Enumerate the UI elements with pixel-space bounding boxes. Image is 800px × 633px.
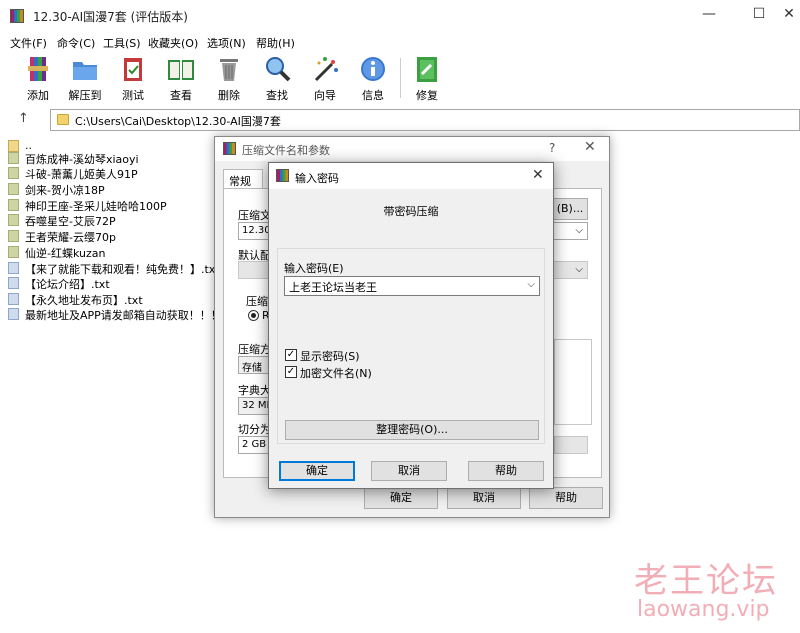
menu-file[interactable]: 文件(F)	[10, 35, 47, 51]
info-label: 信息	[362, 89, 384, 102]
archive-format-label: 压缩	[246, 295, 268, 308]
cancel-button[interactable]: 取消	[371, 461, 447, 481]
show-password-label: 显示密码(S)	[300, 350, 360, 363]
delete-button[interactable]: 删除	[206, 54, 252, 104]
menu-bar: 文件(F) 命令(C) 工具(S) 收藏夹(O) 选项(N) 帮助(H)	[0, 32, 800, 52]
menu-tools[interactable]: 工具(S)	[103, 35, 141, 51]
folder-icon	[8, 230, 19, 242]
folder-icon	[8, 183, 19, 195]
add-archive-icon	[28, 57, 48, 81]
view-button[interactable]: 查看	[158, 54, 204, 104]
password-value: 上老王论坛当老王	[289, 281, 377, 294]
password-input[interactable]: 上老王论坛当老王 ⌵	[284, 276, 540, 296]
add-button[interactable]: 添加	[15, 54, 61, 104]
compression-method-label: 压缩方	[238, 343, 271, 356]
parent-folder-icon	[8, 140, 19, 152]
parameters-box	[554, 339, 592, 425]
maximize-button[interactable]: ☐	[744, 6, 774, 22]
view-book-icon	[168, 60, 194, 80]
delete-label: 删除	[218, 89, 240, 102]
split-unit-select[interactable]	[554, 436, 588, 454]
folder-icon	[8, 152, 19, 164]
folder-icon	[8, 214, 19, 226]
text-file-icon	[8, 277, 19, 289]
test-clipboard-icon	[124, 58, 142, 81]
minimize-button[interactable]: —	[694, 6, 724, 22]
winrar-app-icon	[223, 142, 236, 155]
text-file-icon	[8, 262, 19, 274]
text-file-icon	[8, 308, 19, 320]
find-button[interactable]: 查找	[254, 54, 300, 104]
split-volumes-label: 切分为	[238, 423, 271, 436]
extract-to-label: 解压到	[68, 89, 102, 102]
folder-icon	[8, 246, 19, 258]
menu-commands[interactable]: 命令(C)	[57, 35, 95, 51]
find-magnifier-icon	[266, 57, 291, 82]
title-bar: 12.30-AI国漫7套 (评估版本) — ☐ ✕	[0, 0, 800, 32]
encrypt-filenames-label: 加密文件名(N)	[300, 367, 372, 380]
chevron-down-icon[interactable]: ⌵	[527, 279, 535, 290]
dialog-title-bar: 输入密码 ✕	[269, 163, 553, 189]
dialog-title: 压缩文件名和参数	[242, 144, 330, 157]
repair-icon	[417, 57, 437, 82]
menu-options[interactable]: 选项(N)	[207, 35, 246, 51]
chevron-down-icon: ⌵	[575, 225, 583, 236]
watermark-url: laowang.vip	[637, 597, 770, 622]
enter-password-dialog: 输入密码 ✕ 带密码压缩 输入密码(E) 上老王论坛当老王 ⌵ ✓ 显示密码(S…	[268, 162, 554, 489]
add-label: 添加	[27, 89, 49, 102]
address-bar: ↑ C:\Users\Cai\Desktop\12.30-AI国漫7套	[0, 106, 800, 134]
dialog-close-button[interactable]: ✕	[532, 167, 544, 183]
test-button[interactable]: 测试	[110, 54, 156, 104]
dialog-title: 输入密码	[295, 172, 339, 185]
toolbar: 添加 解压到 测试 查看 删除 查找 向导 信息 修复	[0, 52, 800, 104]
folder-icon	[57, 114, 69, 125]
organize-passwords-button[interactable]: 整理密码(O)...	[285, 420, 539, 440]
test-label: 测试	[122, 89, 144, 102]
dialog-help-button[interactable]: ?	[549, 141, 555, 155]
text-file-icon	[8, 293, 19, 305]
encrypt-filenames-checkbox[interactable]: ✓	[285, 366, 297, 378]
extract-to-button[interactable]: 解压到	[62, 54, 108, 104]
dialog-heading: 带密码压缩	[383, 205, 439, 218]
info-button[interactable]: 信息	[350, 54, 396, 104]
help-button[interactable]: 帮助	[529, 487, 603, 509]
dialog-title-bar: 压缩文件名和参数 ? ✕	[215, 137, 609, 161]
browse-button[interactable]: (B)...	[552, 198, 588, 220]
dictionary-size-label: 字典大	[238, 384, 271, 397]
folder-icon	[8, 167, 19, 179]
tab-general[interactable]: 常规	[223, 169, 263, 189]
wizard-wand-icon	[314, 57, 338, 82]
extract-folder-icon	[73, 62, 97, 80]
path-text: C:\Users\Cai\Desktop\12.30-AI国漫7套	[75, 115, 281, 128]
menu-favorites[interactable]: 收藏夹(O)	[148, 35, 198, 51]
watermark-text: 老王论坛	[634, 561, 778, 601]
cancel-button[interactable]: 取消	[447, 487, 521, 509]
dialog-close-button[interactable]: ✕	[584, 139, 596, 155]
password-label: 输入密码(E)	[284, 262, 344, 275]
delete-trash-icon	[220, 59, 238, 81]
wizard-button[interactable]: 向导	[302, 54, 348, 104]
chevron-down-icon: ⌵	[575, 264, 583, 275]
ok-button[interactable]: 确定	[364, 487, 438, 509]
rar-format-radio[interactable]	[248, 310, 259, 321]
archive-name-label: 压缩文	[238, 209, 271, 222]
window-title: 12.30-AI国漫7套 (评估版本)	[33, 10, 188, 24]
repair-button[interactable]: 修复	[404, 54, 450, 104]
wizard-label: 向导	[314, 89, 336, 102]
close-button[interactable]: ✕	[774, 6, 800, 22]
repair-label: 修复	[416, 89, 438, 102]
info-icon	[361, 57, 385, 81]
view-label: 查看	[170, 89, 192, 102]
menu-help[interactable]: 帮助(H)	[256, 35, 295, 51]
up-folder-button[interactable]: ↑	[18, 111, 29, 126]
help-button[interactable]: 帮助	[468, 461, 544, 481]
folder-icon	[8, 199, 19, 211]
winrar-app-icon	[10, 9, 24, 23]
toolbar-separator	[400, 58, 401, 98]
winrar-app-icon	[276, 169, 289, 182]
show-password-checkbox[interactable]: ✓	[285, 349, 297, 361]
path-input[interactable]: C:\Users\Cai\Desktop\12.30-AI国漫7套	[50, 109, 800, 131]
ok-button[interactable]: 确定	[279, 461, 355, 481]
find-label: 查找	[266, 89, 288, 102]
